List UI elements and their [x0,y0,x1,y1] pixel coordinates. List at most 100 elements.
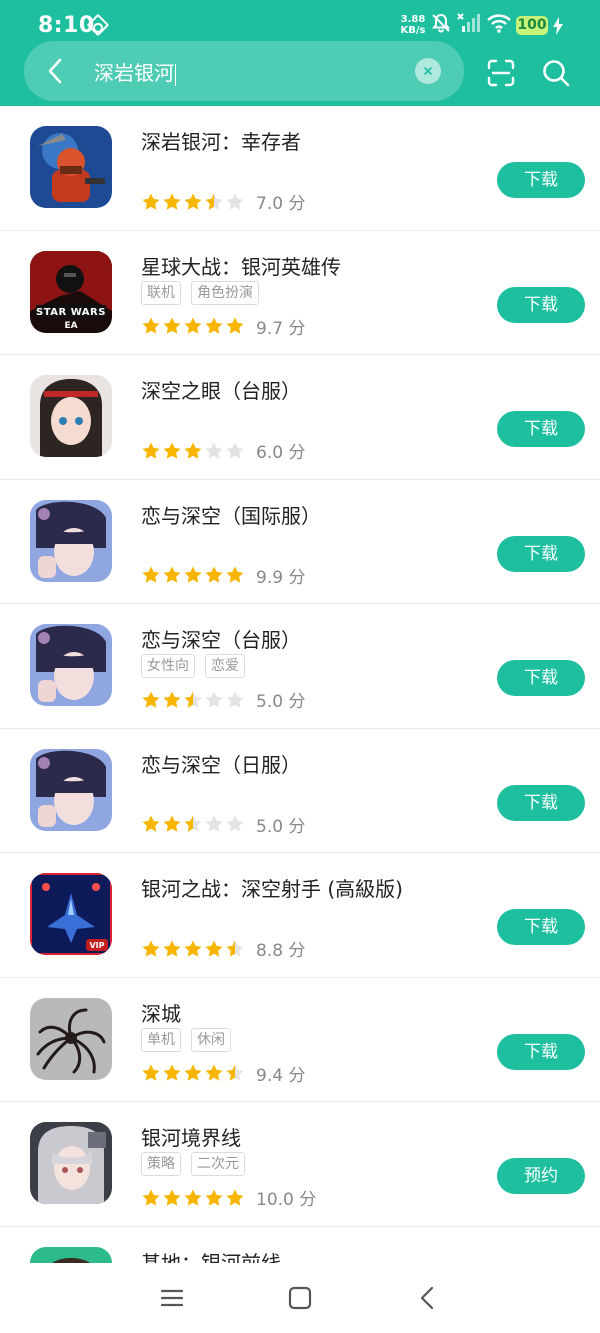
rating-score: 9.4 分 [256,1065,306,1086]
top-header: 8:10 3.88 KB/s 100 深岩银河 [0,0,600,106]
tag: 角色扮演 [191,280,259,305]
list-item[interactable]: 基地：银河前线 [0,1227,600,1264]
rating: 7.0 分 [141,189,305,214]
network-speed: 3.88 KB/s [398,14,428,36]
app-icon-eye-of-deep-space[interactable] [30,375,112,457]
search-input[interactable]: 深岩银河 [94,57,176,86]
scan-icon[interactable] [486,58,516,88]
star-full-icon [205,566,223,583]
app-icon-galaxy-boundary[interactable] [30,1122,112,1204]
app-icon-star-wars[interactable]: STAR WARS EA [30,250,112,333]
star-full-icon [184,1064,202,1081]
download-button[interactable]: 下载 [497,1033,585,1070]
star-full-icon [163,815,181,832]
star-full-icon [226,317,244,334]
rating-score: 6.0 分 [256,443,306,463]
app-icon-foundation-galactic-frontier[interactable] [30,1246,112,1263]
star-full-icon [163,193,181,210]
star-full-icon [142,1064,160,1081]
app-name[interactable]: 星球大战：银河英雄传 [141,251,341,280]
system-nav-bar [0,1263,600,1333]
star-empty-icon [226,691,244,708]
star-full-icon [142,566,160,583]
list-item[interactable]: 恋与深空（日服） 5.0 分 下载 [0,729,600,853]
search-icon[interactable] [541,58,571,88]
list-item[interactable]: 恋与深空（台服） 女性向 恋爱 5.0 分 下载 [0,604,600,729]
network-speed-unit: KB/s [400,25,426,36]
rating-score: 7.0 分 [256,194,306,214]
star-full-icon [184,193,202,210]
charging-icon [553,17,563,35]
star-full-icon [226,566,244,583]
text-cursor [175,63,176,86]
app-name[interactable]: 恋与深空（台服） [141,624,301,653]
svg-text:VIP: VIP [89,941,104,950]
rating-score: 9.9 分 [256,567,306,588]
app-name[interactable]: 深岩银河：幸存者 [141,126,301,155]
rating: 5.0 分 [141,812,305,837]
star-empty-icon [205,815,223,832]
list-item[interactable]: 银河境界线 策略 二次元 10.0 分 预约 [0,1102,600,1227]
star-full-icon [163,566,181,583]
download-button[interactable]: 下载 [497,411,585,447]
star-full-icon [184,442,202,459]
list-item[interactable]: STAR WARS EA 星球大战：银河英雄传 联机 角色扮演 9.7 分 下载 [0,231,600,355]
star-empty-icon [226,442,244,459]
list-item[interactable]: VIP 银河之战：深空射手 (高級版) 8.8 分 下载 [0,853,600,978]
tag: 恋爱 [205,654,245,678]
app-name[interactable]: 恋与深空（国际服） [141,500,321,529]
app-icon-galaxy-attack[interactable]: VIP [30,873,112,955]
app-name[interactable]: 深城 [141,998,181,1027]
clear-icon[interactable] [415,58,441,84]
home-icon[interactable] [285,1283,315,1313]
tag: 二次元 [191,1152,245,1176]
star-full-icon [142,193,160,210]
star-half-icon [184,691,202,708]
app-icon-love-and-deepspace[interactable] [30,624,112,706]
rating-score: 10.0 分 [256,1190,317,1210]
mute-bell-icon [431,13,451,33]
star-full-icon [226,1189,244,1206]
rating: 9.7 分 [141,314,305,339]
star-empty-icon [226,193,244,210]
download-button[interactable]: 下载 [497,162,585,198]
list-item[interactable]: 恋与深空（国际服） 9.9 分 下载 [0,480,600,604]
app-icon-deep-rock-galactic[interactable] [30,126,112,208]
app-name[interactable]: 银河之战：深空射手 (高級版) [141,873,403,902]
rating: 5.0 分 [141,687,305,712]
list-item[interactable]: 深空之眼（台服） 6.0 分 下载 [0,355,600,480]
search-query: 深岩银河 [94,61,174,85]
app-name[interactable]: 恋与深空（日服） [141,749,301,778]
star-full-icon [163,317,181,334]
menu-icon[interactable] [157,1283,187,1313]
search-bar[interactable]: 深岩银河 [24,41,464,101]
list-item[interactable]: 深城 单机 休闲 9.4 分 下载 [0,978,600,1102]
app-name[interactable]: 深空之眼（台服） [141,375,301,404]
back-arrow-icon[interactable] [42,57,70,85]
tag-list: 女性向 恋爱 [141,654,245,678]
download-button[interactable]: 下载 [497,784,585,821]
star-full-icon [142,940,160,957]
star-empty-icon [226,815,244,832]
app-icon-deep-city[interactable] [30,997,112,1080]
back-nav-icon[interactable] [413,1283,443,1313]
star-full-icon [163,1064,181,1081]
search-results-list[interactable]: 深岩银河：幸存者 7.0 分 下载 STAR WARS EA 星球大战：银河英雄… [0,106,600,1263]
app-name[interactable]: 基地：银河前线 [141,1247,281,1264]
download-button[interactable]: 下载 [497,286,585,323]
list-item[interactable]: 深岩银河：幸存者 7.0 分 下载 [0,106,600,231]
reserve-button[interactable]: 预约 [497,1158,585,1194]
star-full-icon [184,317,202,334]
status-time: 8:10 [38,13,95,38]
app-icon-love-and-deepspace[interactable] [30,748,112,831]
app-icon-love-and-deepspace[interactable] [30,499,112,582]
app-name[interactable]: 银河境界线 [141,1122,241,1151]
rating-score: 5.0 分 [256,692,306,712]
download-button[interactable]: 下载 [497,909,585,945]
download-button[interactable]: 下载 [497,535,585,572]
star-full-icon [163,940,181,957]
rating: 6.0 分 [141,438,305,463]
star-half-icon [226,940,244,957]
star-full-icon [142,1189,160,1206]
download-button[interactable]: 下载 [497,660,585,696]
